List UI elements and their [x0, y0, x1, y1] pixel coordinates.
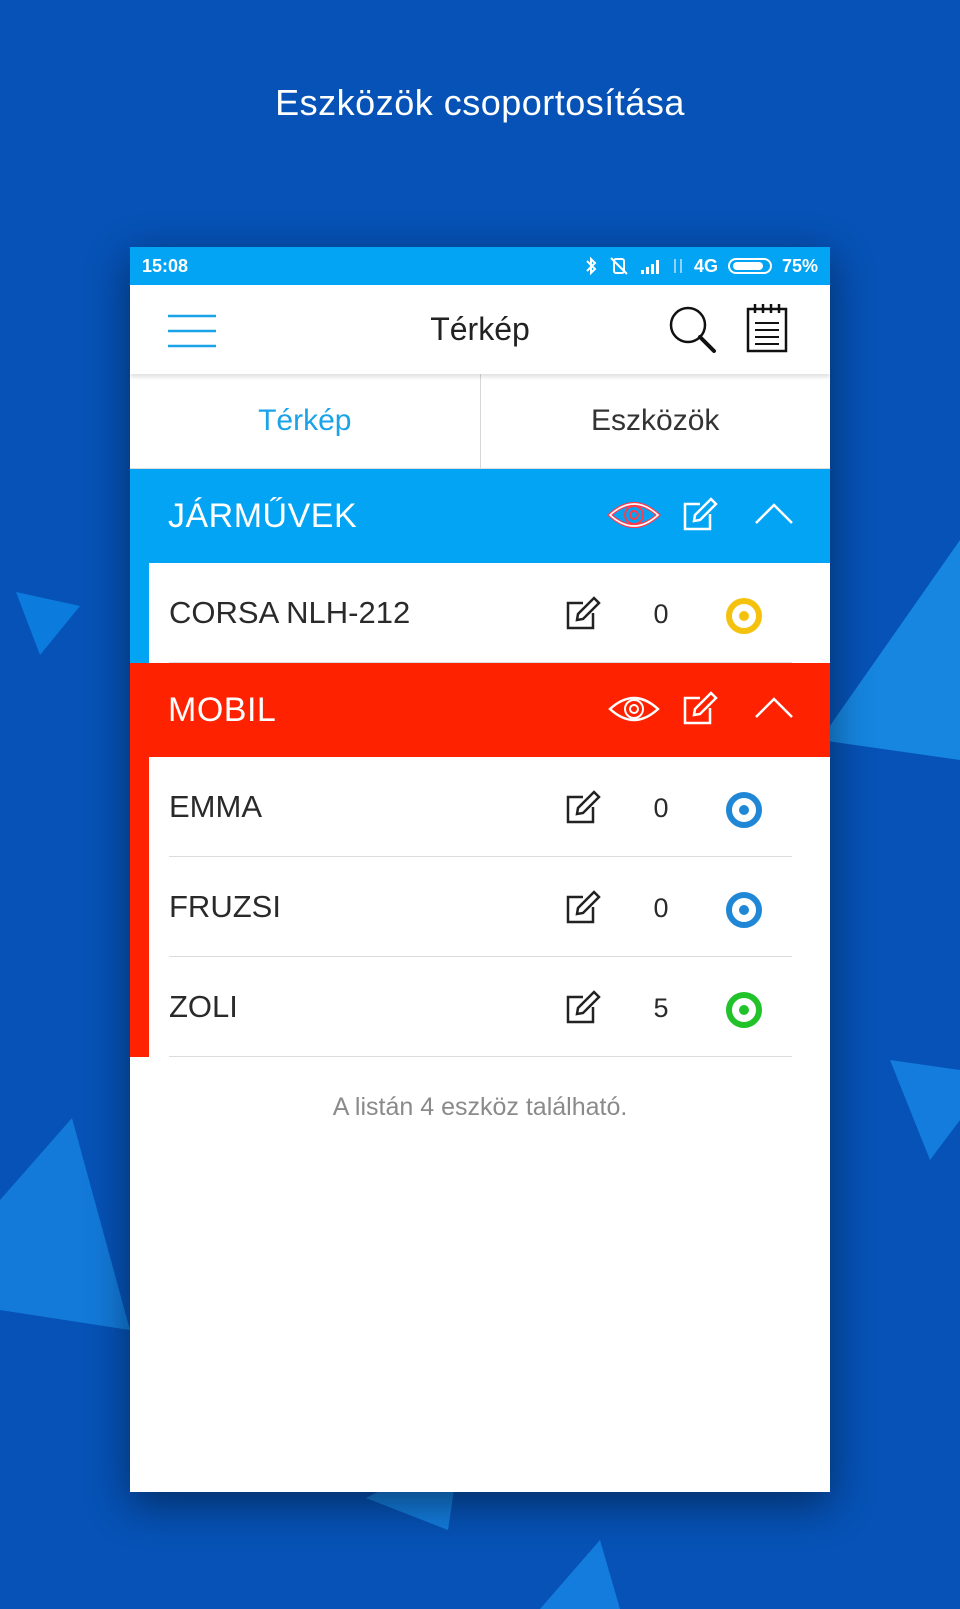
- edit-icon[interactable]: [565, 989, 601, 1025]
- page-title: Térkép: [430, 311, 530, 347]
- promo-title: Eszközök csoportosítása: [275, 82, 685, 123]
- app-bar: Térkép: [130, 285, 830, 374]
- status-target-icon: [726, 992, 762, 1028]
- item-name: FRUZSI: [169, 889, 281, 924]
- list-item[interactable]: FRUZSI 0: [169, 857, 792, 957]
- group-title: MOBIL: [168, 690, 277, 729]
- status-time: 15:08: [142, 255, 189, 276]
- item-name: ZOLI: [169, 989, 238, 1024]
- chevron-up-icon[interactable]: [754, 501, 794, 527]
- signal-icon: [640, 260, 659, 274]
- chevron-up-icon[interactable]: [754, 695, 794, 721]
- item-count: 0: [653, 793, 669, 823]
- edit-icon[interactable]: [682, 690, 718, 726]
- group-title: JÁRMŰVEK: [168, 496, 358, 535]
- network-type: 4G: [693, 255, 718, 276]
- eye-icon[interactable]: [608, 689, 660, 729]
- item-count: 0: [653, 893, 669, 923]
- tab-bar: Térkép Eszközök: [130, 374, 830, 469]
- status-target-icon: [726, 598, 762, 634]
- status-target-icon: [726, 892, 762, 928]
- search-icon[interactable]: [668, 305, 718, 355]
- group-items-mobil: EMMA 0 FRUZSI 0 ZOLI 5: [130, 757, 830, 1057]
- group-color-stripe: [130, 563, 149, 663]
- phone-screen: 15:08 4G 75% Térkép Térkép Eszközök JÁRM…: [130, 247, 830, 1492]
- list-item[interactable]: ZOLI 5: [169, 957, 792, 1057]
- tab-terkep[interactable]: Térkép: [130, 374, 480, 468]
- status-target-icon: [726, 792, 762, 828]
- item-name: EMMA: [169, 789, 262, 824]
- status-bar: 15:08 4G 75%: [130, 247, 830, 285]
- item-name: CORSA NLH-212: [169, 595, 411, 630]
- edit-icon[interactable]: [565, 889, 601, 925]
- group-header-jarmuvek[interactable]: JÁRMŰVEK: [130, 469, 830, 563]
- edit-icon[interactable]: [682, 496, 718, 532]
- battery-icon: [727, 258, 772, 274]
- eye-icon[interactable]: [607, 495, 661, 535]
- list-item[interactable]: EMMA 0: [169, 757, 792, 857]
- tab-eszkozok[interactable]: Eszközök: [479, 374, 831, 468]
- group-header-mobil[interactable]: MOBIL: [130, 663, 830, 757]
- item-count-note: A listán 4 eszköz található.: [332, 1093, 628, 1121]
- vibrate-off-icon: [610, 257, 628, 275]
- list-item[interactable]: CORSA NLH-212 0: [169, 563, 792, 663]
- edit-icon[interactable]: [565, 789, 601, 825]
- edit-icon[interactable]: [565, 595, 601, 631]
- group-items-jarmuvek: CORSA NLH-212 0: [130, 563, 830, 663]
- item-count: 5: [653, 993, 669, 1023]
- notepad-icon[interactable]: [746, 303, 788, 353]
- group-color-stripe: [130, 757, 149, 1057]
- bluetooth-icon: [586, 256, 597, 276]
- item-count: 0: [653, 599, 669, 629]
- battery-percent: 75%: [781, 255, 818, 276]
- data-arrows-icon: [673, 259, 682, 273]
